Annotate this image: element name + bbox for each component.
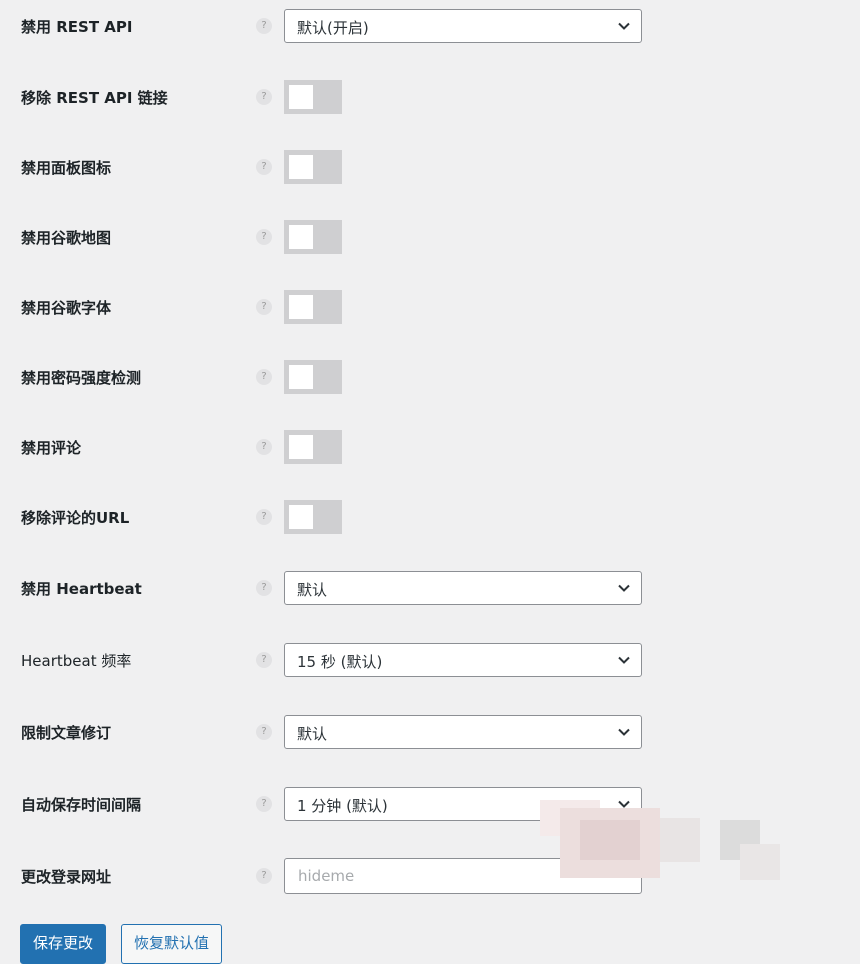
select-value: 1 分钟 (默认) — [297, 797, 388, 815]
toggle-knob — [289, 435, 313, 459]
setting-label: 移除 REST API 链接 — [21, 88, 168, 107]
select-value: 默认(开启) — [297, 19, 369, 37]
help-icon[interactable]: ? — [256, 369, 272, 385]
setting-row-disable-google-maps: 禁用谷歌地图 ? — [0, 220, 860, 254]
select-value: 15 秒 (默认) — [297, 653, 383, 671]
setting-label: 自动保存时间间隔 — [21, 795, 142, 814]
toggle-knob — [289, 365, 313, 389]
setting-label: 禁用谷歌地图 — [21, 228, 112, 247]
setting-row-disable-google-fonts: 禁用谷歌字体 ? — [0, 290, 860, 324]
help-icon[interactable]: ? — [256, 580, 272, 596]
save-button[interactable]: 保存更改 — [20, 924, 107, 964]
heartbeat-frequency-select[interactable]: 15 秒 (默认) — [284, 643, 642, 677]
help-icon[interactable]: ? — [256, 652, 272, 668]
chevron-down-icon — [618, 22, 630, 30]
disable-password-strength-toggle[interactable] — [284, 360, 342, 394]
pixelated-watermark — [540, 800, 780, 888]
disable-rest-api-select[interactable]: 默认(开启) — [284, 9, 642, 43]
setting-row-disable-comments: 禁用评论 ? — [0, 430, 860, 464]
select-value: 默认 — [297, 725, 328, 743]
toggle-knob — [289, 295, 313, 319]
setting-label: 禁用面板图标 — [21, 158, 112, 177]
disable-dashicons-toggle[interactable] — [284, 150, 342, 184]
reset-defaults-button[interactable]: 恢复默认值 — [121, 924, 223, 964]
disable-google-maps-toggle[interactable] — [284, 220, 342, 254]
help-icon[interactable]: ? — [256, 159, 272, 175]
setting-row-disable-password-strength: 禁用密码强度检测 ? — [0, 360, 860, 394]
disable-heartbeat-select[interactable]: 默认 — [284, 571, 642, 605]
help-icon[interactable]: ? — [256, 868, 272, 884]
disable-google-fonts-toggle[interactable] — [284, 290, 342, 324]
setting-label: 更改登录网址 — [21, 867, 112, 886]
setting-row-disable-heartbeat: 禁用 Heartbeat ? 默认 — [0, 571, 860, 605]
setting-row-disable-dashicons: 禁用面板图标 ? — [0, 150, 860, 184]
setting-label: 限制文章修订 — [21, 723, 112, 742]
help-icon[interactable]: ? — [256, 18, 272, 34]
toggle-knob — [289, 505, 313, 529]
help-icon[interactable]: ? — [256, 89, 272, 105]
help-icon[interactable]: ? — [256, 439, 272, 455]
setting-row-disable-rest-api: 禁用 REST API ? 默认(开启) — [0, 9, 860, 43]
setting-label: Heartbeat 频率 — [21, 651, 132, 670]
help-icon[interactable]: ? — [256, 796, 272, 812]
toggle-knob — [289, 155, 313, 179]
setting-row-remove-comment-url: 移除评论的URL ? — [0, 500, 860, 534]
chevron-down-icon — [618, 656, 630, 664]
help-icon[interactable]: ? — [256, 229, 272, 245]
setting-label: 禁用谷歌字体 — [21, 298, 112, 317]
toggle-knob — [289, 225, 313, 249]
disable-comments-toggle[interactable] — [284, 430, 342, 464]
help-icon[interactable]: ? — [256, 724, 272, 740]
limit-post-revisions-select[interactable]: 默认 — [284, 715, 642, 749]
setting-label: 禁用 Heartbeat — [21, 579, 142, 598]
setting-label: 移除评论的URL — [21, 508, 130, 527]
select-value: 默认 — [297, 581, 328, 599]
chevron-down-icon — [618, 584, 630, 592]
setting-label: 禁用 REST API — [21, 17, 133, 36]
setting-row-heartbeat-frequency: Heartbeat 频率 ? 15 秒 (默认) — [0, 643, 860, 677]
help-icon[interactable]: ? — [256, 299, 272, 315]
toggle-knob — [289, 85, 313, 109]
setting-row-remove-rest-api-links: 移除 REST API 链接 ? — [0, 80, 860, 114]
help-icon[interactable]: ? — [256, 509, 272, 525]
remove-rest-api-links-toggle[interactable] — [284, 80, 342, 114]
remove-comment-url-toggle[interactable] — [284, 500, 342, 534]
setting-label: 禁用评论 — [21, 438, 82, 457]
setting-label: 禁用密码强度检测 — [21, 368, 142, 387]
setting-row-limit-post-revisions: 限制文章修订 ? 默认 — [0, 715, 860, 749]
chevron-down-icon — [618, 728, 630, 736]
